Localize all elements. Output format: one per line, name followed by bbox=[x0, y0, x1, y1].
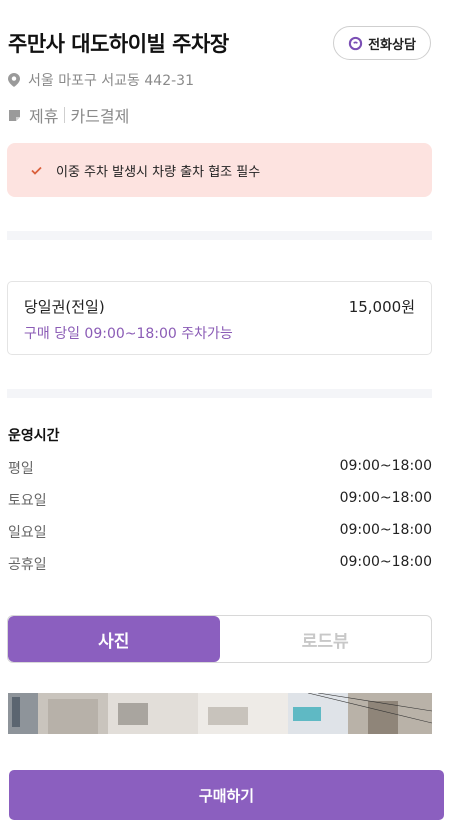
hours-time: 09:00~18:00 bbox=[339, 522, 432, 538]
hours-title: 운영시간 bbox=[8, 428, 60, 444]
call-consult-button[interactable]: 전화상담 bbox=[333, 26, 431, 60]
tag-row: 제휴 카드결제 bbox=[8, 103, 129, 127]
call-consult-label: 전화상담 bbox=[368, 37, 416, 53]
ticket-price: 15,000원 bbox=[348, 298, 415, 316]
hours-row: 토요일 09:00~18:00 bbox=[8, 490, 432, 510]
hours-day: 공휴일 bbox=[8, 557, 47, 573]
hours-day: 일요일 bbox=[8, 525, 47, 541]
section-divider bbox=[7, 389, 432, 398]
page-title: 주만사 대도하이빌 주차장 bbox=[8, 32, 229, 56]
tab-photo[interactable]: 사진 bbox=[8, 616, 220, 662]
media-tabs: 사진 로드뷰 bbox=[7, 615, 432, 663]
hours-time: 09:00~18:00 bbox=[339, 458, 432, 474]
tag-divider bbox=[64, 107, 66, 123]
tab-roadview[interactable]: 로드뷰 bbox=[220, 616, 432, 662]
tag-card-payment: 카드결제 bbox=[70, 107, 130, 126]
ticket-card[interactable]: 당일권(전일) 15,000원 구매 당일 09:00~18:00 주차가능 bbox=[7, 281, 432, 355]
hours-day: 토요일 bbox=[8, 493, 47, 509]
parking-photo[interactable] bbox=[8, 693, 432, 734]
hours-row: 평일 09:00~18:00 bbox=[8, 458, 432, 478]
hours-time: 09:00~18:00 bbox=[339, 554, 432, 570]
ticket-description: 구매 당일 09:00~18:00 주차가능 bbox=[24, 326, 233, 342]
notice-text: 이중 주차 발생시 차량 출차 협조 필수 bbox=[56, 164, 261, 180]
address-text: 서울 마포구 서교동 442-31 bbox=[28, 73, 194, 89]
notice-banner: 이중 주차 발생시 차량 출차 협조 필수 bbox=[7, 143, 432, 197]
hours-row: 공휴일 09:00~18:00 bbox=[8, 554, 432, 574]
section-divider bbox=[7, 231, 432, 240]
ticket-name: 당일권(전일) bbox=[24, 298, 105, 316]
tag-icon bbox=[9, 109, 20, 121]
hours-time: 09:00~18:00 bbox=[339, 490, 432, 506]
address-row: 서울 마포구 서교동 442-31 bbox=[8, 70, 194, 90]
check-icon bbox=[31, 166, 42, 175]
phone-icon bbox=[348, 36, 363, 50]
purchase-button[interactable]: 구매하기 bbox=[9, 770, 444, 820]
location-pin-icon bbox=[8, 73, 20, 87]
tag-affiliate: 제휴 bbox=[29, 107, 59, 126]
hours-row: 일요일 09:00~18:00 bbox=[8, 522, 432, 542]
hours-day: 평일 bbox=[8, 461, 34, 477]
